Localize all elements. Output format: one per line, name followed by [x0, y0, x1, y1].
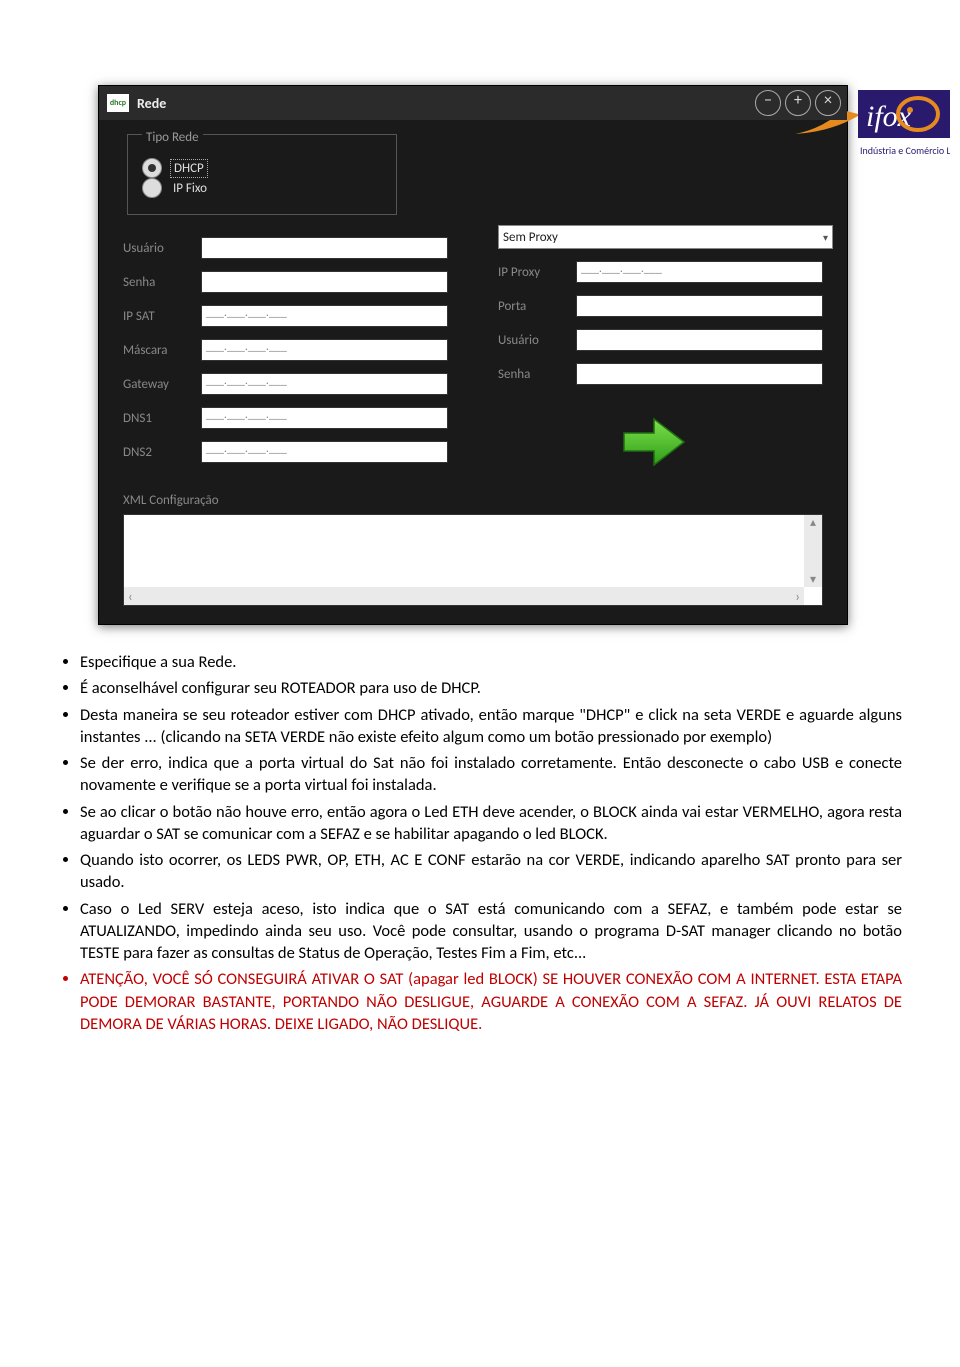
minimize-button[interactable]: − — [755, 90, 781, 116]
dns2-label: DNS2 — [123, 445, 201, 460]
ipsat-label: IP SAT — [123, 309, 201, 324]
radio-dhcp-row[interactable]: DHCP — [142, 158, 382, 178]
bullet-7: Caso o Led SERV esteja aceso, isto indic… — [80, 898, 902, 965]
bullet-3: Desta maneira se seu roteador estiver co… — [80, 704, 902, 749]
mascara-label: Máscara — [123, 343, 201, 358]
bullet-4: Se der erro, indica que a porta virtual … — [80, 752, 902, 797]
instructions-list: Especifique a sua Rede. É aconselhável c… — [0, 625, 960, 1079]
dns2-input[interactable]: ___.___.___.___ — [201, 441, 448, 463]
radio-ipfixo-label: IP Fixo — [170, 180, 210, 197]
bullet-6: Quando isto ocorrer, os LEDS PWR, OP, ET… — [80, 849, 902, 894]
mascara-input[interactable]: ___.___.___.___ — [201, 339, 448, 361]
scroll-left-icon[interactable]: ‹ — [128, 588, 133, 605]
chevron-down-icon: ▾ — [823, 231, 828, 244]
porta-input[interactable] — [576, 295, 823, 317]
proxy-usuario-label: Usuário — [498, 333, 576, 348]
scrollbar-horizontal[interactable]: ‹ › — [124, 587, 804, 605]
titlebar: dhcp Rede − + × — [99, 86, 847, 120]
scroll-right-icon[interactable]: › — [795, 588, 800, 605]
senha-label: Senha — [123, 275, 201, 290]
window-title: Rede — [137, 95, 166, 112]
scrollbar-vertical[interactable]: ▴ ▾ — [804, 515, 822, 587]
green-arrow-button[interactable] — [618, 415, 688, 469]
scroll-down-icon[interactable]: ▾ — [810, 572, 816, 587]
porta-label: Porta — [498, 299, 576, 314]
left-column: Usuário Senha IP SAT ___.___.___.___ Más… — [123, 225, 448, 475]
bullet-2: É aconselhável configurar seu ROTEADOR p… — [80, 677, 902, 699]
usuario-input[interactable] — [201, 237, 448, 259]
right-column: Sem Proxy ▾ IP Proxy ___.___.___.___ Por… — [498, 225, 823, 475]
ipsat-input[interactable]: ___.___.___.___ — [201, 305, 448, 327]
ipproxy-input[interactable]: ___.___.___.___ — [576, 261, 823, 283]
proxy-select[interactable]: Sem Proxy ▾ — [498, 225, 833, 249]
proxy-usuario-input[interactable] — [576, 329, 823, 351]
radio-dhcp[interactable] — [142, 158, 162, 178]
bullet-1: Especifique a sua Rede. — [80, 651, 902, 673]
tipo-rede-group: Tipo Rede DHCP IP Fixo — [127, 134, 397, 215]
radio-dhcp-label: DHCP — [170, 159, 208, 178]
close-button[interactable]: × — [815, 90, 841, 116]
ipproxy-label: IP Proxy — [498, 265, 576, 280]
dns1-label: DNS1 — [123, 411, 201, 426]
rede-window: dhcp Rede − + × Tipo Rede DHCP IP Fixo — [98, 85, 848, 625]
gateway-label: Gateway — [123, 377, 201, 392]
radio-ipfixo[interactable] — [142, 178, 162, 198]
usuario-label: Usuário — [123, 241, 201, 256]
maximize-button[interactable]: + — [785, 90, 811, 116]
bullet-5: Se ao clicar o botão não houve erro, ent… — [80, 801, 902, 846]
senha-input[interactable] — [201, 271, 448, 293]
proxy-senha-input[interactable] — [576, 363, 823, 385]
xml-label: XML Configuração — [123, 493, 829, 508]
scroll-up-icon[interactable]: ▴ — [810, 515, 816, 530]
tipo-rede-legend: Tipo Rede — [142, 130, 203, 145]
gateway-input[interactable]: ___.___.___.___ — [201, 373, 448, 395]
svg-text:Indústria e Comércio Ltda ME: Indústria e Comércio Ltda ME — [860, 144, 950, 157]
proxy-select-value: Sem Proxy — [503, 230, 558, 245]
app-icon: dhcp — [107, 94, 129, 112]
radio-ipfixo-row[interactable]: IP Fixo — [142, 178, 382, 198]
dns1-input[interactable]: ___.___.___.___ — [201, 407, 448, 429]
proxy-senha-label: Senha — [498, 367, 576, 382]
bullet-8-warning: ATENÇÃO, VOCÊ SÓ CONSEGUIRÁ ATIVAR O SAT… — [80, 968, 902, 1035]
xml-textarea[interactable]: ▴ ▾ ‹ › — [123, 514, 823, 606]
